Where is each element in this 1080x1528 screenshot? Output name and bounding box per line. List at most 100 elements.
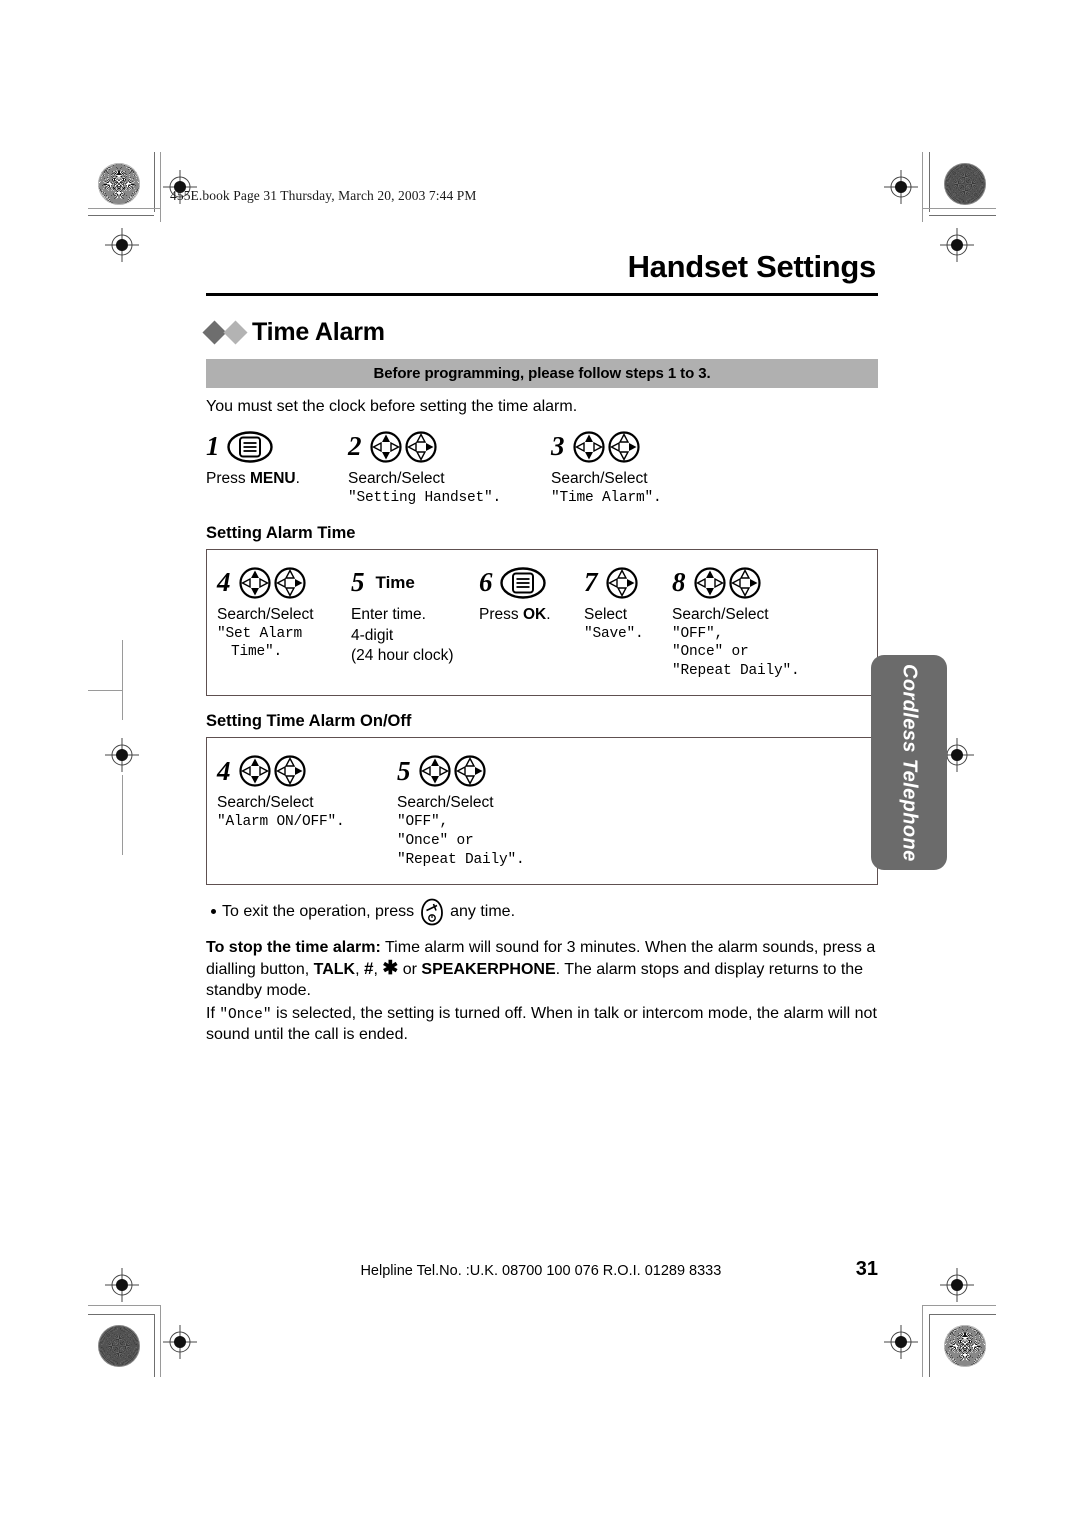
menu-key-icon [499, 566, 546, 599]
step-icons [238, 754, 307, 788]
subsection-heading-alarm-time: Setting Alarm Time [206, 523, 356, 542]
navigator-updown-icon [369, 430, 403, 464]
step-icons [605, 566, 639, 600]
side-tab-cordless-telephone: Cordless Telephone [871, 655, 947, 870]
crop-line [929, 152, 930, 212]
navigator-updown-icon [418, 754, 452, 788]
step-display-line-1: "OFF", [397, 813, 449, 830]
crop-line [922, 1305, 996, 1306]
navigator-right-icon [607, 430, 641, 464]
step-number: 8 [672, 567, 686, 598]
step-number: 5 [351, 567, 365, 598]
off-key-icon [420, 898, 444, 926]
navigator-right-icon [404, 430, 438, 464]
or-text: or [398, 961, 422, 979]
navigator-updown-icon [238, 566, 272, 600]
step-caption: Select [584, 605, 628, 623]
step-8: 8 Search/Select "OFF", "Once" or "Repeat… [672, 562, 837, 681]
step-icons [226, 431, 273, 463]
step-1: 1 Press MENU. [206, 426, 348, 489]
crop-line [88, 1314, 154, 1315]
step-icons [499, 566, 546, 599]
crop-line [154, 152, 155, 212]
step-icons [369, 430, 438, 464]
navigator-right-icon [453, 754, 487, 788]
step-display-line-2: Time". [231, 644, 283, 661]
crop-line [88, 690, 122, 691]
step-caption-bold: MENU [249, 469, 296, 487]
registration-cross-top-left [105, 228, 139, 262]
step-number: 7 [584, 567, 598, 598]
step-caption-text: Press [206, 469, 250, 487]
once-note-paragraph: If "Once" is selected, the setting is tu… [206, 1004, 878, 1046]
crop-line [88, 208, 160, 209]
alarm-time-steps-row: 4 Search/Select "Set Alarm Time". 5 Time… [217, 562, 867, 681]
menu-key-icon [226, 431, 273, 463]
navigator-updown-icon [572, 430, 606, 464]
step-caption: Search/Select [348, 469, 445, 487]
step-display-text: "Time Alarm". [551, 489, 662, 506]
step-icons: Time [372, 573, 419, 593]
time-word-icon: Time [375, 572, 415, 592]
star-key-icon: ✱ [382, 958, 399, 980]
file-stamp: 455E.book Page 31 Thursday, March 20, 20… [170, 188, 477, 203]
crop-line [160, 1305, 161, 1377]
crop-line [929, 1314, 930, 1377]
dense-dot-mark-top-right [944, 163, 986, 205]
step-caption: Search/Select [217, 605, 314, 623]
crop-line [929, 1314, 996, 1315]
crop-line [922, 1305, 923, 1377]
navigator-updown-icon [238, 754, 272, 788]
step-6: 6 Press OK. [479, 562, 584, 625]
navigator-right-icon [728, 566, 762, 600]
registration-cross-top-right [940, 228, 974, 262]
step-display-line-2: "Once" or [397, 832, 474, 849]
step-number: 2 [348, 431, 362, 462]
step-caption-bold: OK [522, 605, 547, 623]
crop-line [88, 215, 154, 216]
once-note-prefix: If [206, 1005, 220, 1023]
registration-cross-top-inner-right [884, 170, 918, 204]
navigator-right-icon [273, 566, 307, 600]
stop-alarm-label: To stop the time alarm: [206, 938, 381, 956]
comma-1: , [355, 961, 364, 979]
step-onoff-5: 5 Search/Select "OFF", "Once" or "Repeat… [397, 750, 597, 869]
helpline-text: Helpline Tel.No. :U.K. 08700 100 076 R.O… [360, 1263, 722, 1279]
step-4: 4 Search/Select "Set Alarm Time". [217, 562, 351, 663]
step-caption-tail: . [295, 469, 300, 487]
navigator-updown-icon [693, 566, 727, 600]
registration-cross-bottom-inner-right [884, 1325, 918, 1359]
step-number: 1 [206, 431, 220, 462]
subsection-heading-alarm-onoff: Setting Time Alarm On/Off [206, 712, 412, 731]
page-canvas: 455E.book Page 31 Thursday, March 20, 20… [0, 0, 1080, 1528]
section-title: Time Alarm [252, 318, 385, 347]
crop-line [922, 152, 923, 222]
step-2: 2 Search/Select "Setting Handset". [348, 426, 551, 508]
note-banner: Before programming, please follow steps … [206, 359, 878, 389]
step-caption: Search/Select [397, 794, 494, 812]
talk-key-label: TALK [313, 961, 356, 979]
step-number: 3 [551, 431, 565, 462]
section-lead-text: You must set the clock before setting th… [206, 398, 578, 416]
side-tab-label: Cordless Telephone [898, 663, 921, 862]
step-icons [572, 430, 641, 464]
step-display-line-3: "Repeat Daily". [672, 663, 800, 680]
step-onoff-4: 4 Search/Select "Alarm ON/OFF". [217, 750, 397, 832]
crop-line [88, 1305, 160, 1306]
page-title: Handset Settings [627, 249, 877, 284]
step-icons [693, 566, 762, 600]
registration-cross-bottom-left [105, 1268, 139, 1302]
page-footer: Helpline Tel.No. :U.K. 08700 100 076 R.O… [206, 1258, 878, 1281]
navigator-right-icon [273, 754, 307, 788]
step-icons [238, 566, 307, 600]
step-caption: Press MENU. [206, 470, 348, 489]
step-caption: Press OK. [479, 606, 584, 625]
step-number: 5 [397, 755, 411, 786]
crop-line [122, 640, 123, 720]
starburst-mark-top-left [98, 163, 140, 205]
step-number: 6 [479, 567, 493, 598]
step-7: 7 Select "Save". [584, 562, 672, 644]
step-display-line-1: "Save". [584, 625, 644, 642]
crop-line [160, 152, 161, 222]
once-note-suffix: is selected, the setting is turned off. … [206, 1005, 877, 1044]
